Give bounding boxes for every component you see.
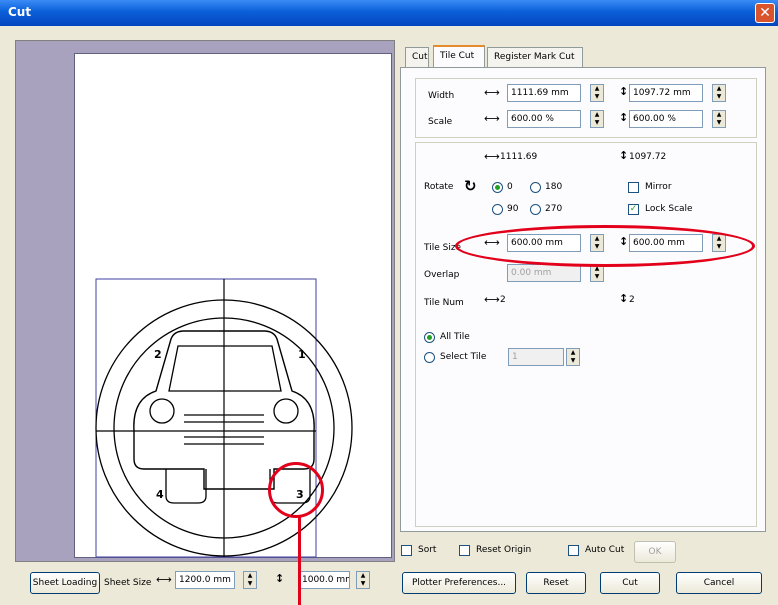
sort-label: Sort <box>418 545 437 555</box>
auto-cut-checkbox[interactable] <box>568 545 579 556</box>
select-tile-input[interactable]: 1 <box>508 348 564 366</box>
tile-number-1: 1 <box>298 348 306 361</box>
height-readout: 1097.72 <box>629 152 667 162</box>
select-tile-label: Select Tile <box>440 352 487 362</box>
tile-num-label: Tile Num <box>424 298 464 308</box>
scale-label: Scale <box>428 117 453 127</box>
sheet-height-input[interactable]: 1000.0 mm <box>298 571 350 589</box>
width-spinner[interactable]: ▲ ▼ <box>590 84 604 102</box>
rotate-0-radio[interactable] <box>492 182 503 193</box>
spin-up-icon: ▲ <box>360 572 366 579</box>
height-input[interactable]: 1097.72 mm <box>629 84 703 102</box>
cancel-button[interactable]: Cancel <box>676 572 762 594</box>
cut-preview: 2 1 4 3 <box>15 40 395 562</box>
sheet-width-input[interactable]: 1200.0 mm <box>175 571 235 589</box>
spin-down-icon: ▼ <box>716 93 722 100</box>
reset-button[interactable]: Reset <box>526 572 586 594</box>
scale-h-spinner[interactable]: ▲ ▼ <box>590 110 604 128</box>
spin-down-icon: ▼ <box>594 93 600 100</box>
vertical-arrow-icon: ↕ <box>619 149 629 162</box>
spin-up-icon: ▲ <box>716 85 722 92</box>
lock-scale-checkbox[interactable]: ✓ <box>628 204 639 215</box>
tile-num-v: 2 <box>629 295 635 305</box>
tile-num-h: 2 <box>500 295 506 305</box>
sort-checkbox[interactable] <box>401 545 412 556</box>
car-design-preview <box>95 278 353 558</box>
sheet-width-spinner[interactable]: ▲ ▼ <box>243 571 257 589</box>
overlap-label: Overlap <box>424 270 460 280</box>
annotation-pointer-line <box>298 517 301 605</box>
sheet-loading-button[interactable]: Sheet Loading <box>30 572 100 594</box>
spin-down-icon: ▼ <box>247 580 253 587</box>
rotate-arrow-icon: ↻ <box>464 177 477 195</box>
auto-cut-label: Auto Cut <box>585 545 625 555</box>
rotate-90-label: 90 <box>507 204 519 214</box>
horizontal-arrow-icon: ⟷ <box>484 150 500 163</box>
scale-v-input[interactable]: 600.00 % <box>629 110 703 128</box>
all-tile-label: All Tile <box>440 332 470 342</box>
reset-origin-label: Reset Origin <box>476 545 532 555</box>
sheet-height-spinner[interactable]: ▲ ▼ <box>356 571 370 589</box>
lock-scale-label: Lock Scale <box>645 204 693 214</box>
horizontal-arrow-icon: ⟷ <box>484 112 500 125</box>
size-group <box>415 78 757 138</box>
close-button[interactable]: ✕ <box>755 3 775 23</box>
cut-dialog: Cut ✕ 2 1 4 3 Cut Tile Cut Register Mark… <box>0 0 778 605</box>
select-tile-radio[interactable] <box>424 352 435 363</box>
window-title: Cut <box>8 5 32 19</box>
spin-up-icon: ▲ <box>594 85 600 92</box>
rotate-180-radio[interactable] <box>530 182 541 193</box>
rotate-90-radio[interactable] <box>492 204 503 215</box>
spin-up-icon: ▲ <box>594 111 600 118</box>
plotter-preferences-button[interactable]: Plotter Preferences... <box>402 572 516 594</box>
width-readout: 1111.69 <box>500 152 538 162</box>
tab-register-mark-cut[interactable]: Register Mark Cut <box>487 47 583 67</box>
rotate-0-label: 0 <box>507 182 513 192</box>
spin-down-icon: ▼ <box>594 273 600 280</box>
scale-h-input[interactable]: 600.00 % <box>507 110 581 128</box>
annotation-circle-tile-3 <box>268 462 324 518</box>
rotate-270-label: 270 <box>545 204 563 214</box>
vertical-arrow-icon: ↕ <box>619 292 629 305</box>
spin-up-icon: ▲ <box>716 111 722 118</box>
vertical-arrow-icon: ↕ <box>619 85 629 98</box>
tile-number-4: 4 <box>156 488 164 501</box>
rotate-270-radio[interactable] <box>530 204 541 215</box>
sheet-size-label: Sheet Size <box>104 578 152 588</box>
mirror-checkbox[interactable] <box>628 182 639 193</box>
spin-up-icon: ▲ <box>247 572 253 579</box>
overlap-input[interactable]: 0.00 mm <box>507 264 581 282</box>
vertical-arrow-icon: ↕ <box>619 111 629 124</box>
tab-cut[interactable]: Cut <box>405 47 429 67</box>
rotate-label: Rotate <box>424 182 454 192</box>
scale-v-spinner[interactable]: ▲ ▼ <box>712 110 726 128</box>
horizontal-arrow-icon: ⟷ <box>156 573 172 586</box>
reset-origin-checkbox[interactable] <box>459 545 470 556</box>
horizontal-arrow-icon: ⟷ <box>484 86 500 99</box>
rotate-180-label: 180 <box>545 182 563 192</box>
mirror-label: Mirror <box>645 182 672 192</box>
tile-number-2: 2 <box>154 348 162 361</box>
spin-down-icon: ▼ <box>570 357 576 364</box>
ok-button[interactable]: OK <box>634 541 676 563</box>
cut-button[interactable]: Cut <box>600 572 660 594</box>
select-tile-spinner[interactable]: ▲ ▼ <box>566 348 580 366</box>
spin-down-icon: ▼ <box>360 580 366 587</box>
spin-up-icon: ▲ <box>570 349 576 356</box>
vertical-arrow-icon: ↕ <box>275 572 285 585</box>
width-label: Width <box>428 91 455 101</box>
width-input[interactable]: 1111.69 mm <box>507 84 581 102</box>
horizontal-arrow-icon: ⟷ <box>484 293 500 306</box>
height-spinner[interactable]: ▲ ▼ <box>712 84 726 102</box>
title-bar[interactable]: Cut ✕ <box>0 0 778 26</box>
spin-down-icon: ▼ <box>716 119 722 126</box>
tab-tile-cut[interactable]: Tile Cut <box>433 45 485 67</box>
all-tile-radio[interactable] <box>424 332 435 343</box>
annotation-ellipse-tile-size <box>455 225 755 267</box>
spin-down-icon: ▼ <box>594 119 600 126</box>
